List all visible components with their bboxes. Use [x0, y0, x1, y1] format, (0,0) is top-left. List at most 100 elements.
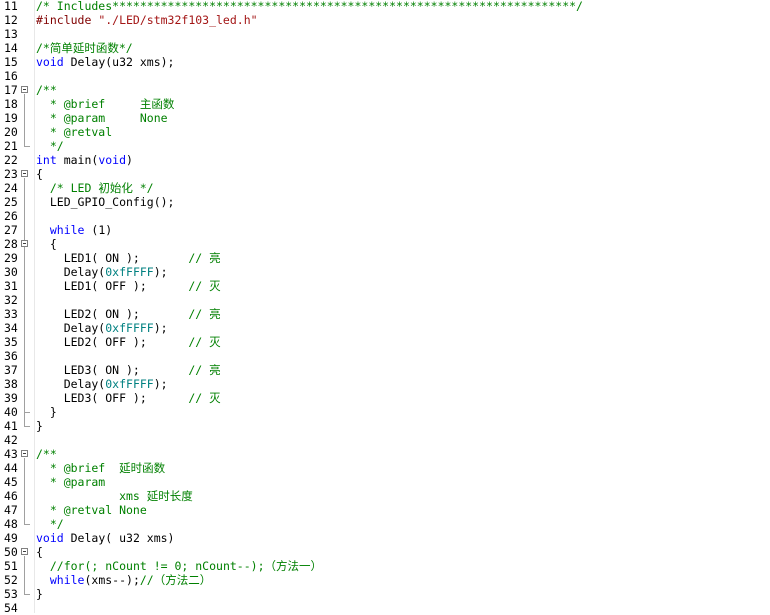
- code-text[interactable]: LED1( ON ); // 亮: [36, 251, 221, 265]
- fold-collapse-icon[interactable]: [21, 240, 28, 247]
- code-token: ): [126, 153, 133, 167]
- code-line[interactable]: 29 LED1( ON ); // 亮: [0, 251, 770, 265]
- code-text[interactable]: * @param None: [36, 111, 168, 125]
- code-line[interactable]: 32: [0, 293, 770, 307]
- code-text[interactable]: * @brief 主函数: [36, 97, 175, 111]
- code-line[interactable]: 52 while(xms--);//（方法二）: [0, 573, 770, 587]
- code-line[interactable]: 39 LED3( OFF ); // 灭: [0, 391, 770, 405]
- code-text[interactable]: /* Includes*****************************…: [36, 0, 583, 13]
- code-token: while: [49, 573, 85, 587]
- code-line[interactable]: 43/**: [0, 447, 770, 461]
- code-line[interactable]: 47 * @retval None: [0, 503, 770, 517]
- code-text[interactable]: Delay(0xfFFFF);: [36, 377, 168, 391]
- code-token: (1): [84, 223, 113, 237]
- code-text[interactable]: {: [36, 545, 43, 559]
- code-line[interactable]: 18 * @brief 主函数: [0, 97, 770, 111]
- code-line[interactable]: 51 //for(; nCount != 0; nCount--);（方法一）: [0, 559, 770, 573]
- code-line[interactable]: 17/**: [0, 83, 770, 97]
- code-text[interactable]: void Delay(u32 xms);: [36, 55, 174, 69]
- code-text[interactable]: */: [36, 517, 64, 531]
- code-line[interactable]: 23{: [0, 167, 770, 181]
- code-text[interactable]: xms 延时长度: [36, 489, 193, 503]
- code-text[interactable]: /**: [36, 83, 57, 97]
- code-text[interactable]: Delay(0xfFFFF);: [36, 321, 168, 335]
- code-line[interactable]: 21 */: [0, 139, 770, 153]
- code-text[interactable]: while(xms--);//（方法二）: [36, 573, 211, 587]
- code-text[interactable]: /**: [36, 447, 57, 461]
- code-line[interactable]: 40 }: [0, 405, 770, 419]
- code-line[interactable]: 11 /* Includes***************************…: [0, 0, 770, 13]
- code-line[interactable]: 50{: [0, 545, 770, 559]
- code-line[interactable]: 22 int main(void): [0, 153, 770, 167]
- code-line[interactable]: 35 LED2( OFF ); // 灭: [0, 335, 770, 349]
- code-line[interactable]: 16: [0, 69, 770, 83]
- code-text[interactable]: LED_GPIO_Config();: [36, 195, 175, 209]
- code-line[interactable]: 20 * @retval: [0, 125, 770, 139]
- code-editor[interactable]: 11 /* Includes***************************…: [0, 0, 770, 615]
- code-line[interactable]: 30 Delay(0xfFFFF);: [0, 265, 770, 279]
- code-text[interactable]: * @retval: [36, 125, 112, 139]
- code-token: Delay( u32 xms): [63, 531, 175, 545]
- code-text[interactable]: while (1): [36, 223, 112, 237]
- line-number: 42: [4, 433, 18, 447]
- code-line[interactable]: 13: [0, 27, 770, 41]
- code-line[interactable]: 34 Delay(0xfFFFF);: [0, 321, 770, 335]
- fold-collapse-icon[interactable]: [21, 548, 28, 555]
- code-line[interactable]: 45 * @param: [0, 475, 770, 489]
- code-line[interactable]: 49 void Delay( u32 xms): [0, 531, 770, 545]
- line-number: 16: [4, 69, 18, 83]
- line-number: 32: [4, 293, 18, 307]
- code-line[interactable]: 44 * @brief 延时函数: [0, 461, 770, 475]
- code-text[interactable]: * @brief 延时函数: [36, 461, 165, 475]
- code-text[interactable]: LED1( OFF ); // 灭: [36, 279, 221, 293]
- code-text[interactable]: }: [36, 405, 57, 419]
- fold-collapse-icon[interactable]: [21, 450, 28, 457]
- code-text[interactable]: * @param: [36, 475, 105, 489]
- fold-collapse-icon[interactable]: [21, 86, 28, 93]
- code-line[interactable]: 46 xms 延时长度: [0, 489, 770, 503]
- code-text[interactable]: {: [36, 167, 43, 181]
- code-text[interactable]: int main(void): [36, 153, 133, 167]
- code-line[interactable]: 33 LED2( ON ); // 亮: [0, 307, 770, 321]
- code-text[interactable]: LED3( ON ); // 亮: [36, 363, 221, 377]
- line-number: 49: [4, 531, 18, 545]
- code-line[interactable]: 37 LED3( ON ); // 亮: [0, 363, 770, 377]
- code-line[interactable]: 53}: [0, 587, 770, 601]
- code-text[interactable]: #include "./LED/stm32f103_led.h": [36, 13, 258, 27]
- line-number: 13: [4, 27, 18, 41]
- code-line[interactable]: 19 * @param None: [0, 111, 770, 125]
- code-line[interactable]: 31 LED1( OFF ); // 灭: [0, 279, 770, 293]
- code-line[interactable]: 26: [0, 209, 770, 223]
- code-line[interactable]: 12 #include "./LED/stm32f103_led.h": [0, 13, 770, 27]
- code-token: // 灭: [188, 391, 221, 405]
- code-line[interactable]: 41}: [0, 419, 770, 433]
- code-line[interactable]: 48 */: [0, 517, 770, 531]
- code-text[interactable]: //for(; nCount != 0; nCount--);（方法一）: [36, 559, 322, 573]
- code-line[interactable]: 14 /*简单延时函数*/: [0, 41, 770, 55]
- code-line[interactable]: 24 /* LED 初始化 */: [0, 181, 770, 195]
- code-text[interactable]: LED2( ON ); // 亮: [36, 307, 221, 321]
- code-line[interactable]: 28 {: [0, 237, 770, 251]
- code-token: * @brief 延时函数: [36, 461, 166, 475]
- fold-collapse-icon[interactable]: [21, 170, 28, 177]
- code-line[interactable]: 38 Delay(0xfFFFF);: [0, 377, 770, 391]
- code-text[interactable]: {: [36, 237, 57, 251]
- code-text[interactable]: LED3( OFF ); // 灭: [36, 391, 221, 405]
- code-line[interactable]: 15 void Delay(u32 xms);: [0, 55, 770, 69]
- code-text[interactable]: }: [36, 419, 43, 433]
- code-text[interactable]: LED2( OFF ); // 灭: [36, 335, 221, 349]
- code-token: //for(; nCount != 0; nCount--);（方法一）: [49, 559, 322, 573]
- code-text[interactable]: void Delay( u32 xms): [36, 531, 174, 545]
- line-number: 19: [4, 111, 18, 125]
- code-text[interactable]: }: [36, 587, 43, 601]
- code-text[interactable]: /*简单延时函数*/: [36, 41, 133, 55]
- code-text[interactable]: * @retval None: [36, 503, 147, 517]
- code-line[interactable]: 25 LED_GPIO_Config();: [0, 195, 770, 209]
- code-line[interactable]: 42: [0, 433, 770, 447]
- code-token: * @param: [36, 475, 106, 489]
- code-text[interactable]: Delay(0xfFFFF);: [36, 265, 168, 279]
- code-line[interactable]: 27 while (1): [0, 223, 770, 237]
- code-line[interactable]: 36: [0, 349, 770, 363]
- code-text[interactable]: /* LED 初始化 */: [36, 181, 154, 195]
- code-text[interactable]: */: [36, 139, 64, 153]
